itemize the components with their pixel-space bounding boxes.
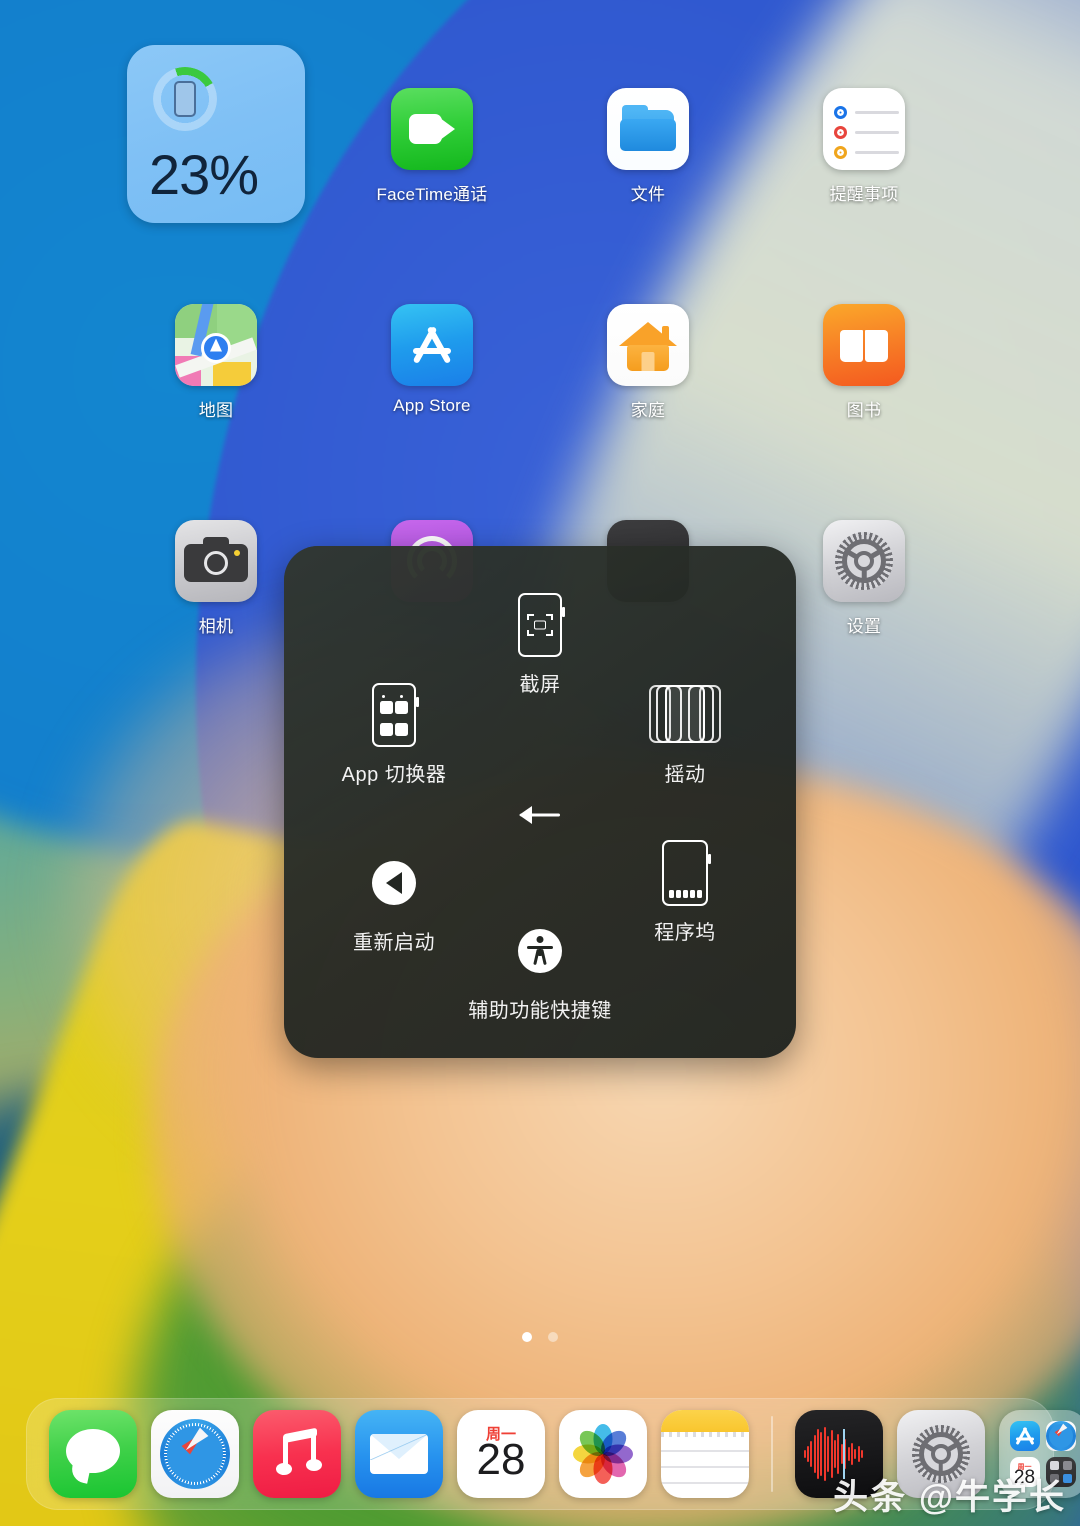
at-item-label: App 切换器	[341, 764, 447, 786]
app-settings[interactable]: 设置	[774, 520, 954, 637]
app-camera[interactable]: 相机	[126, 520, 306, 637]
assistive-touch-menu[interactable]: 截屏 App 切换器 摇动 重新启动 程序坞 辅助功能快捷键	[284, 546, 796, 1058]
files-icon	[607, 88, 689, 170]
at-item-shake[interactable]: 摇动	[590, 678, 780, 787]
app-books[interactable]: 图书	[774, 304, 954, 421]
page-indicator[interactable]	[0, 1332, 1080, 1342]
screenshot-icon	[445, 588, 635, 662]
app-label: 地图	[198, 401, 234, 420]
dock-item-calendar[interactable]: 周一 28	[457, 1410, 545, 1498]
settings-icon	[823, 520, 905, 602]
app-label: 图书	[846, 401, 882, 420]
app-store-icon	[391, 304, 473, 386]
dock-item-photos[interactable]	[559, 1410, 647, 1498]
mini-safari-icon	[1045, 1421, 1076, 1451]
calendar-day-label: 28	[476, 1435, 526, 1484]
battery-percent-label: 23%	[149, 143, 259, 206]
facetime-icon	[391, 88, 473, 170]
mini-app-store-icon	[1009, 1421, 1040, 1451]
dock-item-mail[interactable]	[355, 1410, 443, 1498]
at-item-label: 摇动	[664, 764, 706, 786]
books-icon	[823, 304, 905, 386]
dock-item-notes[interactable]	[661, 1410, 749, 1498]
camera-icon	[175, 520, 257, 602]
watermark-text: 头条 @牛学长	[833, 1478, 1066, 1517]
app-maps[interactable]: 地图	[126, 304, 306, 421]
app-appstore[interactable]: App Store	[342, 304, 522, 416]
restart-icon	[299, 846, 489, 920]
app-label: 相机	[198, 617, 234, 636]
mail-icon	[370, 1434, 428, 1474]
page-dot-1[interactable]	[522, 1332, 532, 1342]
at-item-accessibility[interactable]: 辅助功能快捷键	[445, 914, 635, 1023]
iphone-glyph-icon	[174, 81, 196, 117]
dock-item-messages[interactable]	[49, 1410, 137, 1498]
reminders-icon	[823, 88, 905, 170]
accessibility-icon	[445, 914, 635, 988]
app-label: App Store	[393, 396, 471, 415]
dock-icon	[590, 836, 780, 910]
page-dot-2[interactable]	[548, 1332, 558, 1342]
app-label: 家庭	[630, 401, 666, 420]
app-facetime[interactable]: FaceTime通话	[342, 88, 522, 205]
app-label: 设置	[846, 617, 882, 636]
battery-widget[interactable]: 23%	[127, 45, 305, 223]
at-back-button[interactable]	[514, 798, 566, 832]
home-app-icon	[607, 304, 689, 386]
at-item-app-switcher[interactable]: App 切换器	[299, 678, 489, 787]
app-reminders[interactable]: 提醒事项	[774, 88, 954, 205]
dock-item-music[interactable]	[253, 1410, 341, 1498]
app-label: 提醒事项	[829, 185, 899, 204]
shake-icon	[590, 678, 780, 752]
app-label: 文件	[630, 185, 666, 204]
app-files[interactable]: 文件	[558, 88, 738, 205]
app-home[interactable]: 家庭	[558, 304, 738, 421]
notes-icon	[661, 1410, 749, 1432]
app-switcher-icon	[299, 678, 489, 752]
app-label: FaceTime通话	[376, 185, 488, 204]
music-note-icon	[274, 1427, 322, 1477]
at-item-label: 辅助功能快捷键	[468, 1000, 612, 1022]
dock-divider	[771, 1416, 773, 1492]
maps-icon	[175, 304, 257, 386]
dock-item-safari[interactable]	[151, 1410, 239, 1498]
